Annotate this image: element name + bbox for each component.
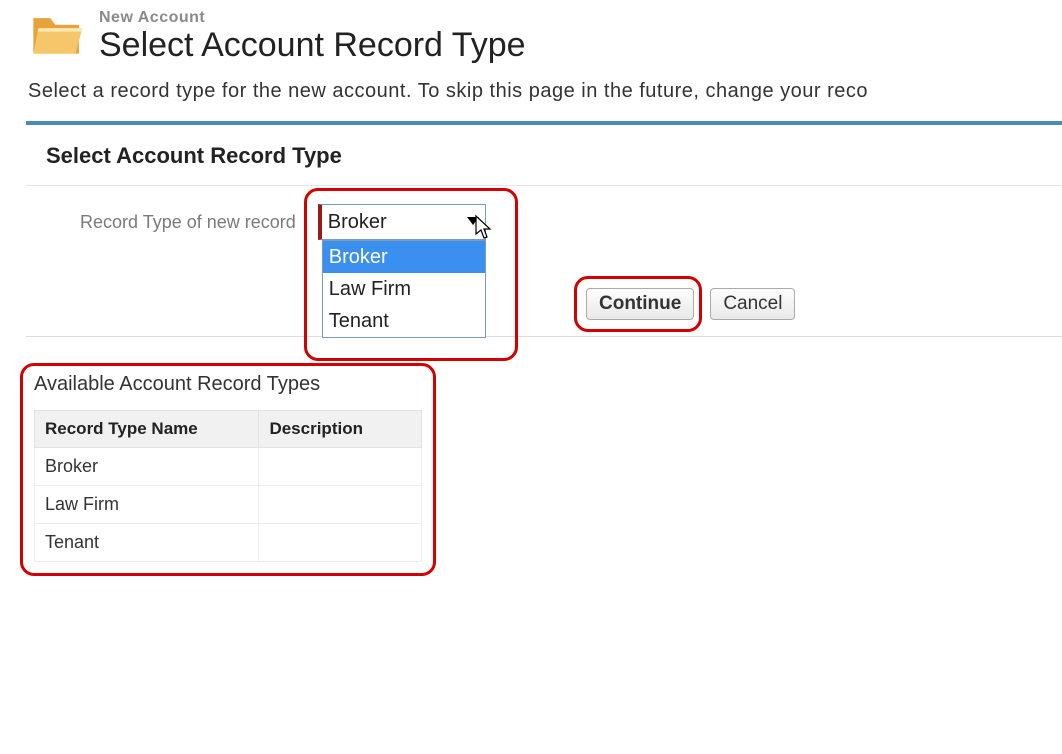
dropdown-option-broker[interactable]: Broker — [323, 241, 485, 273]
dropdown-option-law-firm[interactable]: Law Firm — [323, 273, 485, 305]
cancel-button[interactable]: Cancel — [710, 288, 795, 320]
page-title: Select Account Record Type — [99, 27, 526, 64]
record-type-select[interactable]: Broker — [318, 204, 486, 240]
record-type-select-value: Broker — [328, 211, 387, 233]
instructions-text: Select a record type for the new account… — [28, 80, 1062, 103]
available-record-types-section: Available Account Record Types Record Ty… — [20, 363, 436, 576]
panel-heading: Select Account Record Type — [26, 125, 1062, 186]
table-cell-description — [259, 524, 422, 562]
available-record-types-table: Record Type Name Description Broker Law … — [34, 410, 422, 562]
chevron-down-icon — [467, 217, 479, 225]
table-cell-name: Broker — [35, 448, 259, 486]
dropdown-option-tenant[interactable]: Tenant — [323, 305, 485, 337]
record-type-label: Record Type of new record — [80, 204, 296, 233]
table-row: Tenant — [35, 524, 422, 562]
table-header-description: Description — [259, 411, 422, 448]
table-header-name: Record Type Name — [35, 411, 259, 448]
table-row: Law Firm — [35, 486, 422, 524]
record-type-dropdown-list: Broker Law Firm Tenant — [322, 240, 486, 338]
table-cell-name: Tenant — [35, 524, 259, 562]
table-cell-description — [259, 486, 422, 524]
folder-icon — [30, 8, 84, 66]
page-header: New Account Select Account Record Type — [30, 8, 1062, 66]
breadcrumb: New Account — [99, 9, 526, 27]
table-cell-description — [259, 448, 422, 486]
continue-button[interactable]: Continue — [586, 288, 694, 320]
table-row: Broker — [35, 448, 422, 486]
select-record-type-panel: Select Account Record Type Record Type o… — [26, 121, 1062, 337]
table-cell-name: Law Firm — [35, 486, 259, 524]
available-heading: Available Account Record Types — [34, 373, 422, 396]
